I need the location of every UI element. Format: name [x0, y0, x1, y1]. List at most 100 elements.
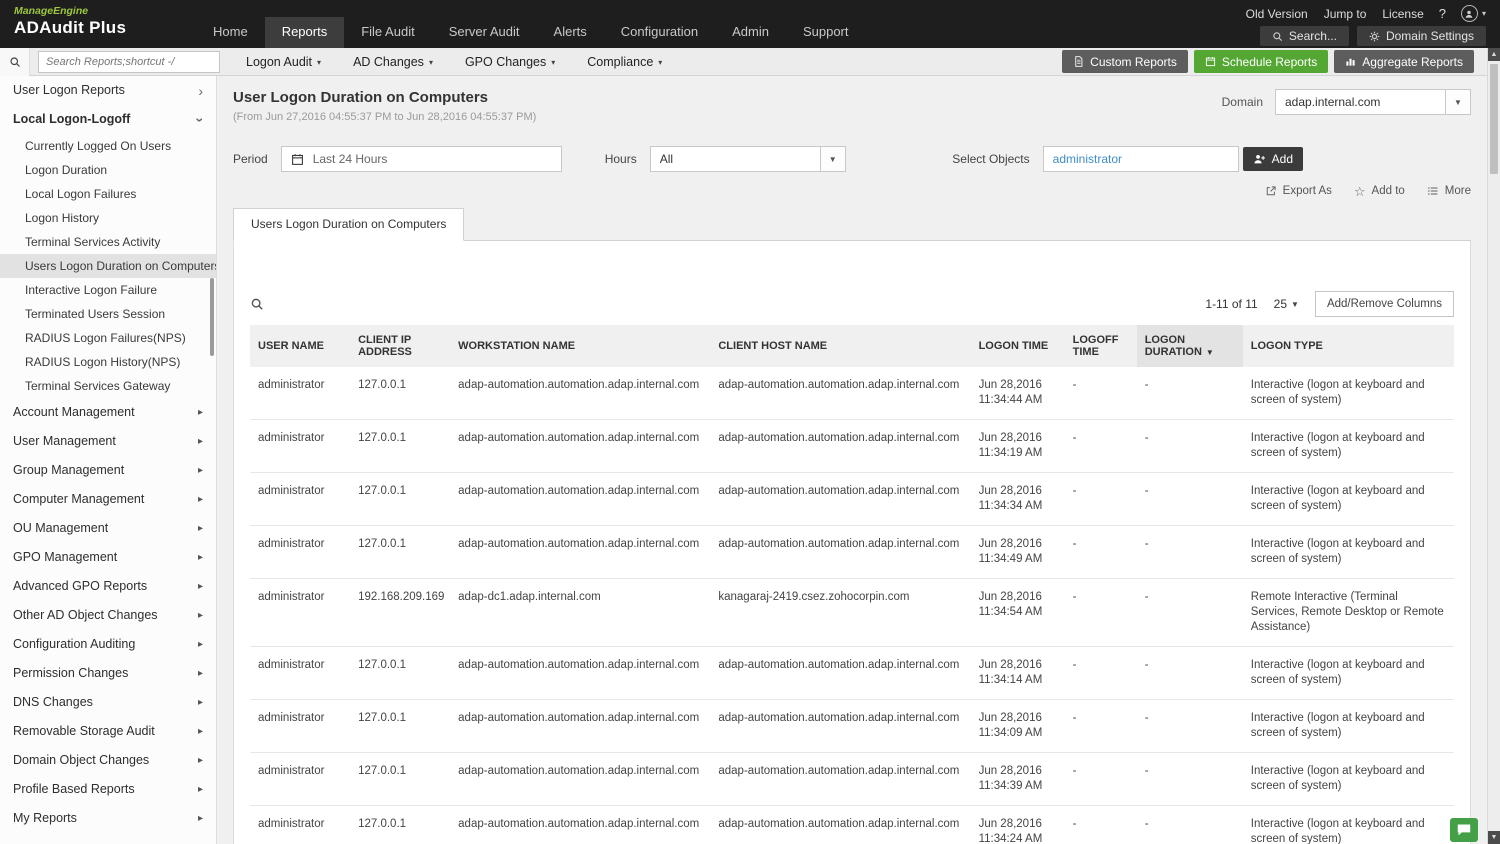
- scroll-down-icon[interactable]: ▼: [1488, 831, 1500, 844]
- user-menu[interactable]: ▾: [1461, 5, 1486, 22]
- cell-client-host-name: adap-automation.automation.adap.internal…: [710, 473, 970, 526]
- column-header[interactable]: LOGON TYPE: [1243, 325, 1454, 367]
- chevron-icon: ▸: [198, 582, 203, 592]
- sidebar-item[interactable]: Logon History: [0, 206, 216, 230]
- search-button[interactable]: Search...: [1260, 26, 1349, 46]
- cell-user-name: administrator: [250, 806, 350, 844]
- table-row[interactable]: administrator 127.0.0.1 adap-automation.…: [250, 526, 1454, 579]
- sidebar-group[interactable]: Advanced GPO Reports▸: [0, 572, 216, 601]
- table-row[interactable]: administrator 127.0.0.1 adap-automation.…: [250, 753, 1454, 806]
- sidebar-group[interactable]: Configuration Auditing▸: [0, 630, 216, 659]
- aggregate-reports-button[interactable]: Aggregate Reports: [1334, 50, 1474, 73]
- sidebar-group[interactable]: Group Management▸: [0, 456, 216, 485]
- sidebar-item[interactable]: Local Logon Failures: [0, 182, 216, 206]
- report-category-menu[interactable]: Logon Audit▾: [230, 48, 337, 75]
- sidebar-group[interactable]: Profile Based Reports▸: [0, 775, 216, 804]
- add-button[interactable]: Add: [1243, 147, 1303, 171]
- export-as-action[interactable]: Export As: [1265, 185, 1332, 197]
- hours-select[interactable]: All ▼: [650, 146, 846, 172]
- cell-client-host-name: kanagaraj-2419.csez.zohocorpin.com: [710, 579, 970, 647]
- sidebar-item[interactable]: Terminated Users Session: [0, 302, 216, 326]
- topbar-link[interactable]: Old Version: [1246, 7, 1308, 21]
- brand-logo[interactable]: ManageEngine ADAudit Plus: [0, 0, 196, 48]
- domain-select[interactable]: adap.internal.com ▼: [1275, 89, 1471, 115]
- sidebar-group[interactable]: Other AD Object Changes▸: [0, 601, 216, 630]
- topbar-link[interactable]: License: [1382, 7, 1423, 21]
- add-to-action[interactable]: ☆ Add to: [1354, 185, 1405, 197]
- custom-reports-button[interactable]: Custom Reports: [1062, 50, 1188, 73]
- topnav-item[interactable]: File Audit: [344, 17, 431, 48]
- cell-user-name: administrator: [250, 700, 350, 753]
- add-remove-columns-button[interactable]: Add/Remove Columns: [1315, 291, 1454, 317]
- cell-workstation-name: adap-automation.automation.adap.internal…: [450, 420, 710, 473]
- topnav-item[interactable]: Server Audit: [432, 17, 537, 48]
- table-search-icon[interactable]: [250, 297, 264, 311]
- sidebar-item[interactable]: Currently Logged On Users: [0, 134, 216, 158]
- sidebar-group[interactable]: User Management▸: [0, 427, 216, 456]
- table-row[interactable]: administrator 127.0.0.1 adap-automation.…: [250, 420, 1454, 473]
- topbar-link[interactable]: Jump to: [1324, 7, 1367, 21]
- sidebar-group[interactable]: DNS Changes▸: [0, 688, 216, 717]
- sidebar-group[interactable]: User Logon Reports›: [0, 76, 216, 105]
- column-header[interactable]: CLIENT HOST NAME: [710, 325, 970, 367]
- column-header[interactable]: USER NAME: [250, 325, 350, 367]
- sidebar-group[interactable]: Account Management▸: [0, 398, 216, 427]
- column-header[interactable]: WORKSTATION NAME: [450, 325, 710, 367]
- more-action[interactable]: More: [1427, 185, 1471, 197]
- report-category-menu[interactable]: AD Changes▾: [337, 48, 449, 75]
- period-input[interactable]: Last 24 Hours: [281, 146, 562, 172]
- column-header[interactable]: LOGON TIME: [971, 325, 1065, 367]
- scrollbar-thumb[interactable]: [1490, 64, 1498, 174]
- topnav-item[interactable]: Configuration: [604, 17, 715, 48]
- sidebar-item[interactable]: Logon Duration: [0, 158, 216, 182]
- help-icon[interactable]: ?: [1439, 6, 1446, 21]
- sidebar-item[interactable]: Users Logon Duration on Computers: [0, 254, 216, 278]
- sidebar-search-icon[interactable]: [0, 48, 30, 76]
- report-category-menu[interactable]: Compliance▾: [571, 48, 678, 75]
- table-row[interactable]: administrator 127.0.0.1 adap-automation.…: [250, 647, 1454, 700]
- chevron-down-icon: ▾: [658, 58, 662, 67]
- topnav-item[interactable]: Admin: [715, 17, 786, 48]
- column-header[interactable]: LOGOFF TIME: [1065, 325, 1137, 367]
- topnav-item[interactable]: Reports: [265, 17, 345, 48]
- sidebar-group[interactable]: My Reports▸: [0, 804, 216, 833]
- cell-logon-duration: -: [1137, 647, 1243, 700]
- table-row[interactable]: administrator 127.0.0.1 adap-automation.…: [250, 700, 1454, 753]
- cell-logon-type: Interactive (logon at keyboard and scree…: [1243, 806, 1454, 844]
- column-header[interactable]: LOGON DURATION▼: [1137, 325, 1243, 367]
- table-row[interactable]: administrator 127.0.0.1 adap-automation.…: [250, 473, 1454, 526]
- topnav-item[interactable]: Alerts: [537, 17, 604, 48]
- sidebar-scrollbar-thumb[interactable]: [210, 278, 214, 356]
- page-scrollbar[interactable]: ▲ ▼: [1487, 48, 1500, 844]
- schedule-reports-button[interactable]: Schedule Reports: [1194, 50, 1328, 73]
- sidebar-item[interactable]: Interactive Logon Failure: [0, 278, 216, 302]
- scroll-up-icon[interactable]: ▲: [1488, 48, 1500, 61]
- domain-settings-button[interactable]: Domain Settings: [1357, 26, 1486, 46]
- sidebar-group[interactable]: Domain Object Changes▸: [0, 746, 216, 775]
- cell-client-ip: 127.0.0.1: [350, 753, 450, 806]
- chat-icon[interactable]: [1450, 818, 1478, 842]
- topnav-item[interactable]: Support: [786, 17, 866, 48]
- sidebar-item[interactable]: RADIUS Logon History(NPS): [0, 350, 216, 374]
- sidebar-group[interactable]: OU Management▸: [0, 514, 216, 543]
- topnav-item[interactable]: Home: [196, 17, 265, 48]
- report-search-input[interactable]: [38, 51, 220, 73]
- select-objects-input[interactable]: [1043, 146, 1239, 172]
- table-row[interactable]: administrator 127.0.0.1 adap-automation.…: [250, 806, 1454, 844]
- sidebar-item[interactable]: RADIUS Logon Failures(NPS): [0, 326, 216, 350]
- page-size-select[interactable]: 25 ▼: [1274, 297, 1299, 311]
- table-row[interactable]: administrator 127.0.0.1 adap-automation.…: [250, 367, 1454, 420]
- sidebar-group[interactable]: GPO Management▸: [0, 543, 216, 572]
- chevron-icon: ›: [198, 86, 203, 96]
- sidebar-group[interactable]: Computer Management▸: [0, 485, 216, 514]
- sidebar-item[interactable]: Terminal Services Gateway: [0, 374, 216, 398]
- sidebar-item[interactable]: Terminal Services Activity: [0, 230, 216, 254]
- table-row[interactable]: administrator 192.168.209.169 adap-dc1.a…: [250, 579, 1454, 647]
- tab-users-logon-duration-on-computers[interactable]: Users Logon Duration on Computers: [233, 208, 464, 241]
- sidebar-group[interactable]: Permission Changes▸: [0, 659, 216, 688]
- column-header[interactable]: CLIENT IP ADDRESS: [350, 325, 450, 367]
- cell-logon-type: Interactive (logon at keyboard and scree…: [1243, 753, 1454, 806]
- sidebar-group[interactable]: Removable Storage Audit▸: [0, 717, 216, 746]
- sidebar-group[interactable]: Local Logon-Logoff›: [0, 105, 216, 134]
- report-category-menu[interactable]: GPO Changes▾: [449, 48, 571, 75]
